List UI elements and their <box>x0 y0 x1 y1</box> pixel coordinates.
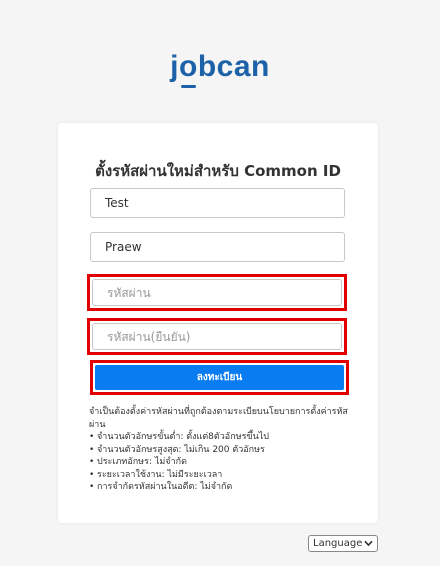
password-form-card: ตั้งรหัสผ่านใหม่สำหรับ Common ID ลงทะเบี… <box>58 123 378 523</box>
rule-char-type: ประเภทอักษร: ไม่จำกัด <box>89 456 359 469</box>
rule-max-length: จำนวนตัวอักษรสูงสุด: ไม่เกิน 200 ตัวอักษ… <box>89 444 359 457</box>
language-select[interactable]: Language <box>308 535 378 552</box>
logo-text-o: o <box>178 50 198 83</box>
last-name-field[interactable] <box>90 232 345 262</box>
language-label: Language <box>313 538 363 549</box>
password-confirm-field[interactable] <box>92 323 342 350</box>
password-field[interactable] <box>92 279 342 306</box>
rule-history: การจำกัดรหัสผ่านในอดีต: ไม่จำกัด <box>89 481 359 494</box>
form-title: ตั้งรหัสผ่านใหม่สำหรับ Common ID <box>95 162 341 180</box>
password-confirm-field-highlight <box>87 318 347 355</box>
password-rules: จำเป็นต้องตั้งค่ารหัสผ่านที่ถูกต้องตามระ… <box>89 406 359 494</box>
password-field-highlight <box>87 274 347 311</box>
logo-underline <box>180 85 196 88</box>
rules-list: จำนวนตัวอักษรขั้นต่ำ: ตั้งแต่8ตัวอักษรขึ… <box>89 431 359 494</box>
rule-expiry: ระยะเวลาใช้งาน: ไม่มีระยะเวลา <box>89 469 359 482</box>
rules-intro: จำเป็นต้องตั้งค่ารหัสผ่านที่ถูกต้องตามระ… <box>89 407 348 430</box>
jobcan-logo: jo bcan <box>0 50 440 88</box>
submit-button-highlight: ลงทะเบียน <box>90 360 349 395</box>
first-name-field[interactable] <box>90 188 345 218</box>
rule-min-length: จำนวนตัวอักษรขั้นต่ำ: ตั้งแต่8ตัวอักษรขึ… <box>89 431 359 444</box>
chevron-down-icon <box>364 540 373 546</box>
register-button[interactable]: ลงทะเบียน <box>95 365 344 390</box>
logo-o-letter: o <box>178 50 198 88</box>
login-page: jo bcan ตั้งรหัสผ่านใหม่สำหรับ Common ID … <box>0 0 440 566</box>
logo-text-start: j <box>170 50 179 83</box>
logo-text-end: bcan <box>197 50 270 83</box>
